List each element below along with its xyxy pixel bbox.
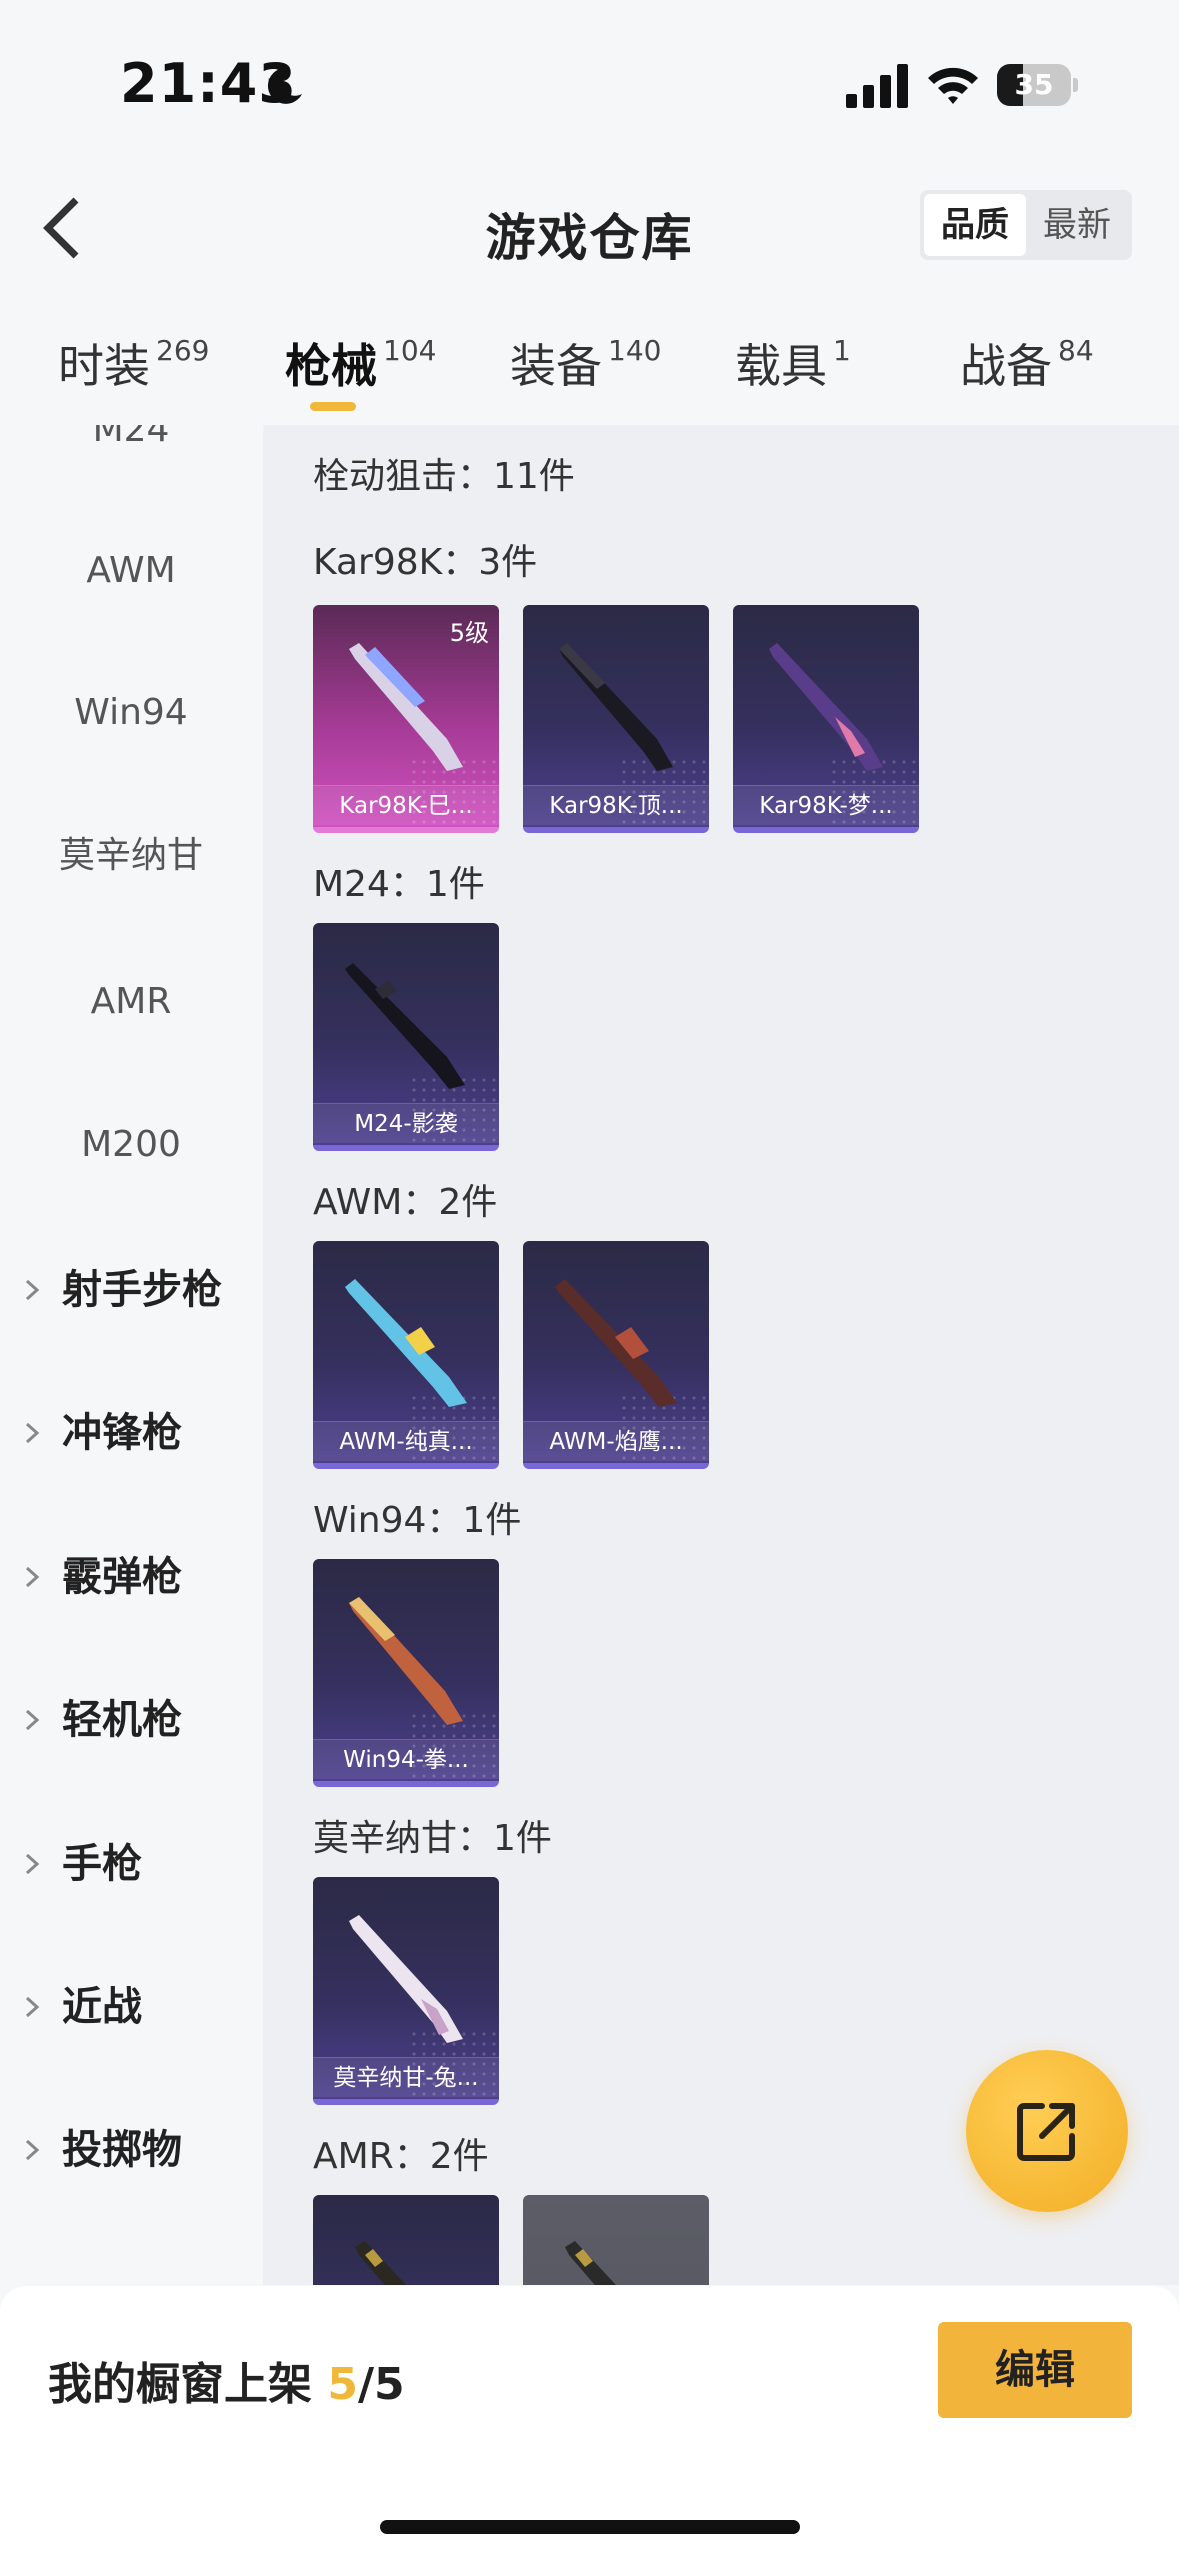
item-card[interactable]: 莫辛纳甘-兔... bbox=[313, 1877, 499, 2105]
tab-label: 载具 bbox=[735, 339, 827, 393]
sidebar-category-lmg[interactable]: 轻机枪 bbox=[0, 1675, 262, 1765]
sidebar-category-melee[interactable]: 近战 bbox=[0, 1962, 262, 2052]
signal-icon bbox=[846, 64, 908, 108]
header: 游戏仓库 品质 最新 bbox=[0, 150, 1179, 300]
chevron-right-icon bbox=[25, 1709, 40, 1731]
section-title: 栓动狙击：11件 bbox=[313, 456, 575, 497]
category-tabs: 时装 269 枪械 104 装备 140 载具 1 战备 84 bbox=[0, 320, 1179, 420]
item-card[interactable] bbox=[313, 2195, 499, 2285]
item-name: Kar98K-巳... bbox=[313, 785, 499, 825]
group-title-awm: AWM：2件 bbox=[313, 1182, 498, 1223]
battery-level: 35 bbox=[1014, 68, 1054, 101]
status-bar: 21:43 35 bbox=[0, 0, 1179, 150]
tab-equipment[interactable]: 装备 140 bbox=[510, 330, 661, 396]
rifle-icon bbox=[345, 963, 465, 1089]
item-card[interactable]: Kar98K-梦... bbox=[733, 605, 919, 833]
rifle-icon bbox=[349, 1597, 463, 1725]
tab-vehicles[interactable]: 载具 1 bbox=[735, 330, 851, 396]
wifi-icon bbox=[928, 67, 978, 104]
rifle-icon bbox=[559, 643, 673, 771]
item-name: 莫辛纳甘-兔... bbox=[313, 2057, 499, 2097]
rifle-icon bbox=[769, 643, 883, 771]
sidebar-category-smg[interactable]: 冲锋枪 bbox=[0, 1388, 262, 1478]
rifle-icon bbox=[355, 2241, 406, 2285]
sidebar-item-amr[interactable]: AMR bbox=[0, 957, 262, 1047]
sidebar-item-m200[interactable]: M200 bbox=[0, 1100, 262, 1190]
sort-quality-button[interactable]: 品质 bbox=[924, 194, 1026, 256]
chevron-right-icon bbox=[25, 1566, 40, 1588]
rifle-icon bbox=[349, 1915, 463, 2043]
group-title-win94: Win94：1件 bbox=[313, 1500, 522, 1541]
item-card[interactable] bbox=[523, 2195, 709, 2285]
sidebar-item-m24[interactable]: M24 bbox=[0, 425, 262, 475]
rifle-icon bbox=[555, 1279, 677, 1407]
bottom-bar: 我的橱窗上架 5/5 编辑 bbox=[0, 2286, 1179, 2556]
group-title-mosin: 莫辛纳甘：1件 bbox=[313, 1818, 552, 1859]
showcase-status: 我的橱窗上架 5/5 bbox=[48, 2348, 405, 2412]
chevron-right-icon bbox=[25, 2139, 40, 2161]
sidebar-category-throwable[interactable]: 投掷物 bbox=[0, 2105, 262, 2195]
rifle-icon bbox=[565, 2241, 616, 2285]
tab-label: 时装 bbox=[58, 339, 150, 393]
sidebar-category-shotgun[interactable]: 霰弹枪 bbox=[0, 1532, 262, 1622]
showcase-current-count: 5 bbox=[327, 2359, 358, 2410]
chevron-right-icon bbox=[25, 1996, 40, 2018]
item-grid-panel: 栓动狙击：11件 Kar98K：3件 5级 Kar98K-巳... Kar98K… bbox=[263, 425, 1179, 2285]
tab-label: 战备 bbox=[960, 339, 1052, 393]
item-level-badge: 5级 bbox=[449, 619, 489, 647]
sort-newest-button[interactable]: 最新 bbox=[1026, 194, 1128, 256]
tab-label: 装备 bbox=[510, 339, 602, 393]
edit-button[interactable]: 编辑 bbox=[938, 2322, 1132, 2418]
tab-guns[interactable]: 枪械 104 bbox=[285, 330, 436, 396]
home-indicator[interactable] bbox=[380, 2520, 800, 2534]
tab-label: 枪械 bbox=[285, 339, 377, 393]
tab-count: 1 bbox=[833, 334, 851, 367]
active-tab-indicator bbox=[310, 402, 356, 411]
showcase-total-count: /5 bbox=[357, 2359, 405, 2410]
share-external-icon bbox=[1017, 2103, 1075, 2161]
item-name: AWM-纯真... bbox=[313, 1421, 499, 1461]
item-name: AWM-焰鹰... bbox=[523, 1421, 709, 1461]
sidebar: M24 AWM Win94 莫辛纳甘 AMR M200 射手步枪 冲锋枪 霰弹枪… bbox=[0, 425, 262, 2285]
sort-toggle: 品质 最新 bbox=[920, 190, 1132, 260]
tab-count: 140 bbox=[608, 334, 662, 367]
sidebar-item-win94[interactable]: Win94 bbox=[0, 668, 262, 758]
chevron-right-icon bbox=[25, 1279, 40, 1301]
showcase-label: 我的橱窗上架 bbox=[48, 2359, 312, 2410]
item-card[interactable]: 5级 Kar98K-巳... bbox=[313, 605, 499, 833]
item-card[interactable]: Win94-拳... bbox=[313, 1559, 499, 1787]
chevron-right-icon bbox=[25, 1853, 40, 1875]
sidebar-item-awm[interactable]: AWM bbox=[0, 526, 262, 616]
rifle-icon bbox=[345, 1279, 467, 1407]
group-title-m24: M24：1件 bbox=[313, 864, 485, 905]
rifle-icon bbox=[349, 643, 463, 771]
tab-tactical[interactable]: 战备 84 bbox=[960, 330, 1094, 396]
item-name: M24-影袭 bbox=[313, 1103, 499, 1143]
chevron-right-icon bbox=[25, 1422, 40, 1444]
tab-count: 104 bbox=[383, 334, 437, 367]
share-button[interactable] bbox=[966, 2050, 1128, 2212]
sidebar-category-dmr[interactable]: 射手步枪 bbox=[0, 1245, 262, 1335]
item-name: Kar98K-梦... bbox=[733, 785, 919, 825]
group-title-kar98k: Kar98K：3件 bbox=[313, 542, 538, 583]
group-title-amr: AMR：2件 bbox=[313, 2136, 489, 2177]
item-name: Win94-拳... bbox=[313, 1739, 499, 1779]
item-card[interactable]: M24-影袭 bbox=[313, 923, 499, 1151]
sidebar-category-pistol[interactable]: 手枪 bbox=[0, 1819, 262, 1909]
tab-fashion[interactable]: 时装 269 bbox=[58, 330, 209, 396]
item-name: Kar98K-顶... bbox=[523, 785, 709, 825]
tab-count: 269 bbox=[156, 334, 210, 367]
moon-icon bbox=[267, 67, 302, 104]
item-card[interactable]: AWM-纯真... bbox=[313, 1241, 499, 1469]
item-card[interactable]: Kar98K-顶... bbox=[523, 605, 709, 833]
battery-icon: 35 bbox=[997, 64, 1078, 106]
tab-count: 84 bbox=[1058, 334, 1094, 367]
item-card[interactable]: AWM-焰鹰... bbox=[523, 1241, 709, 1469]
sidebar-item-mosin[interactable]: 莫辛纳甘 bbox=[0, 811, 262, 901]
